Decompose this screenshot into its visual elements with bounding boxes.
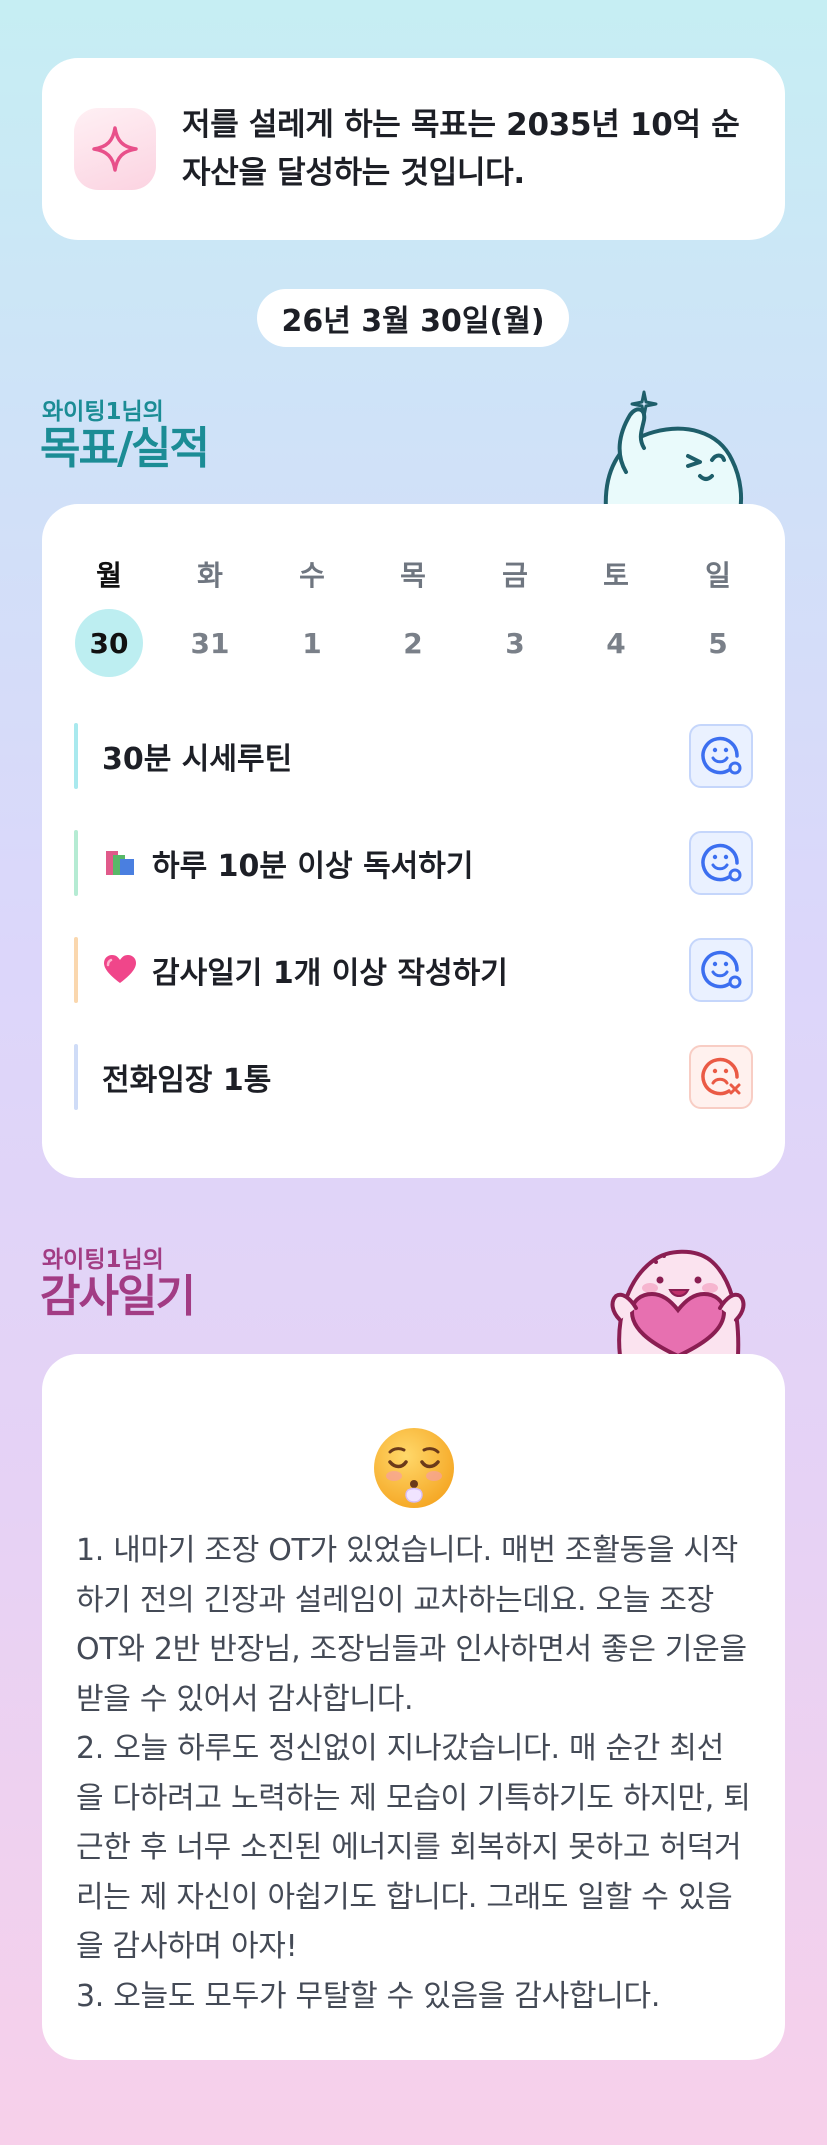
task-label: 감사일기 1개 이상 작성하기	[102, 948, 689, 992]
sparkle-icon	[74, 108, 156, 190]
calendar-day[interactable]: 31	[176, 609, 244, 677]
smile-check-icon	[699, 839, 743, 887]
calendar-day[interactable]: 2	[379, 609, 447, 677]
task-status-failed-button[interactable]	[689, 1045, 753, 1109]
diary-card: 1. 내마기 조장 OT가 있었습니다. 매번 조활동을 시작하기 전의 긴장과…	[42, 1354, 785, 2060]
task-label-text: 하루 10분 이상 독서하기	[152, 849, 474, 884]
weekday-label: 목	[400, 559, 426, 592]
task-label: 전화임장 1통	[102, 1055, 689, 1099]
calendar-day[interactable]: 4	[582, 609, 650, 677]
calendar-day[interactable]: 1	[278, 609, 346, 677]
diary-text: 1. 내마기 조장 OT가 있었습니다. 매번 조활동을 시작하기 전의 긴장과…	[76, 1533, 751, 2014]
task-item[interactable]: 감사일기 1개 이상 작성하기	[74, 937, 753, 1003]
weekday-label: 일	[705, 559, 731, 592]
task-item[interactable]: 30분 시세루틴	[74, 723, 753, 789]
goals-card: 월 화 수 목 금 토 일 30 31 1 2 3 4 5 30분 시세루틴 하…	[42, 504, 785, 1178]
goals-section-title: 목표/실적	[40, 423, 210, 474]
task-status-done-button[interactable]	[689, 938, 753, 1002]
weekday-label: 금	[502, 559, 528, 592]
task-label: 하루 10분 이상 독서하기	[102, 841, 689, 885]
sad-x-icon	[699, 1053, 743, 1101]
weekday-label: 화	[197, 559, 223, 592]
calendar-day[interactable]: 5	[684, 609, 752, 677]
task-status-done-button[interactable]	[689, 724, 753, 788]
task-label-text: 전화임장 1통	[102, 1063, 272, 1098]
mascot-heart-illustration	[598, 1230, 754, 1360]
task-status-done-button[interactable]	[689, 831, 753, 895]
weekday-label: 토	[603, 559, 629, 592]
smile-check-icon	[699, 946, 743, 994]
diary-section-title: 감사일기	[40, 1271, 196, 1322]
task-label: 30분 시세루틴	[102, 734, 689, 778]
books-icon	[102, 847, 138, 879]
task-item[interactable]: 전화임장 1통	[74, 1044, 753, 1110]
goal-text: 저를 설레게 하는 목표는 2035년 10억 순자산을 달성하는 것입니다.	[182, 107, 740, 191]
date-label[interactable]: 26년 3월 30일(월)	[257, 289, 569, 347]
task-item[interactable]: 하루 10분 이상 독서하기	[74, 830, 753, 896]
weekday-label: 수	[299, 559, 325, 592]
task-label-text: 30분 시세루틴	[102, 742, 293, 777]
task-color-bar	[74, 830, 78, 896]
task-color-bar	[74, 723, 78, 789]
task-label-text: 감사일기 1개 이상 작성하기	[152, 956, 508, 991]
smile-check-icon	[699, 732, 743, 780]
calendar-day[interactable]: 3	[481, 609, 549, 677]
calendar-day-selected[interactable]: 30	[75, 609, 143, 677]
goal-card: 저를 설레게 하는 목표는 2035년 10억 순자산을 달성하는 것입니다.	[42, 58, 785, 240]
task-color-bar	[74, 1044, 78, 1110]
relieved-face-icon	[370, 1424, 458, 1516]
mascot-pointing-illustration	[596, 380, 756, 514]
weekday-label: 월	[96, 559, 122, 592]
heart-icon	[102, 954, 138, 986]
task-color-bar	[74, 937, 78, 1003]
